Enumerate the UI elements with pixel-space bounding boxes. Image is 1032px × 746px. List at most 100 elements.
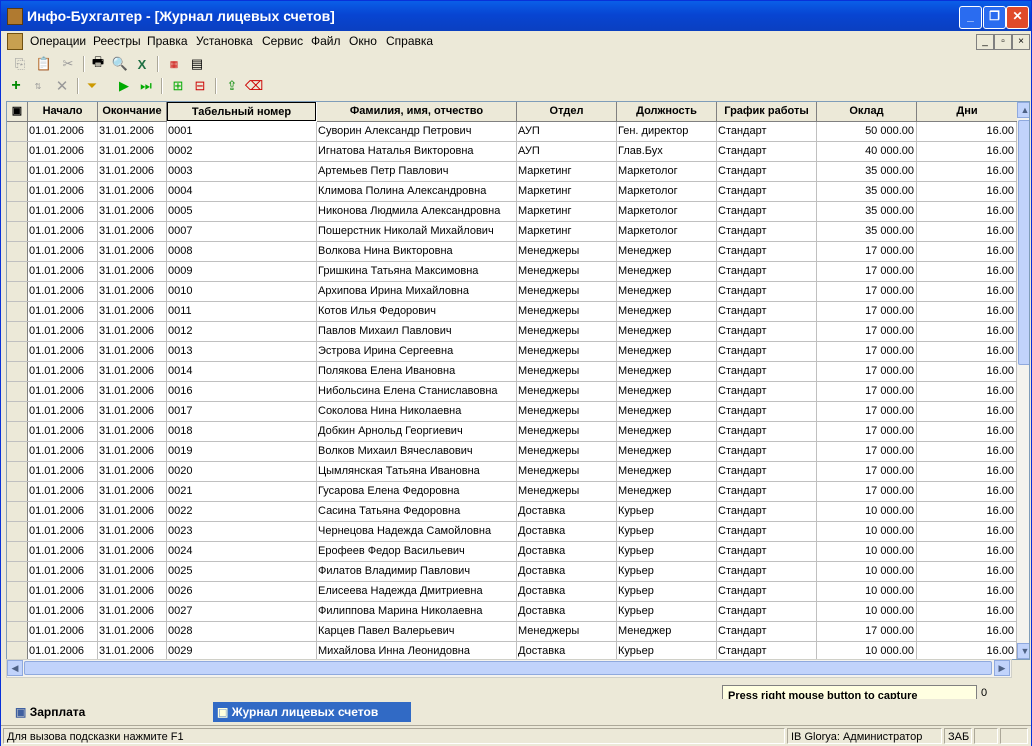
table-row[interactable]: 01.01.2006 31.01.2006 0014 Полякова Елена И…: [7, 362, 1017, 382]
cell-full-name[interactable]: Филатов Владимир Павлович: [317, 562, 517, 581]
cell-days[interactable]: 16.00: [917, 542, 1017, 561]
row-indicator[interactable]: [7, 482, 28, 501]
cell-schedule[interactable]: Стандарт: [717, 522, 817, 541]
filter-icon[interactable]: ⏷: [83, 77, 101, 95]
table-row[interactable]: 01.01.2006 31.01.2006 0005 Никонова Людмила…: [7, 202, 1017, 222]
cell-schedule[interactable]: Стандарт: [717, 302, 817, 321]
cell-tab-number[interactable]: 0014: [167, 362, 317, 381]
cell-department[interactable]: Доставка: [517, 642, 617, 659]
cell-salary[interactable]: 35 000.00: [817, 222, 917, 241]
cell-tab-number[interactable]: 0008: [167, 242, 317, 261]
cell-schedule[interactable]: Стандарт: [717, 482, 817, 501]
cell-position[interactable]: Маркетолог: [617, 202, 717, 221]
clear-icon[interactable]: ⌫: [245, 77, 263, 95]
row-indicator[interactable]: [7, 382, 28, 401]
table-row[interactable]: 01.01.2006 31.01.2006 0013 Эстрова Ирина Се…: [7, 342, 1017, 362]
maximize-button[interactable]: ❐: [983, 6, 1006, 29]
cell-position[interactable]: Курьер: [617, 582, 717, 601]
menu-window[interactable]: Окно: [349, 34, 377, 48]
cell-salary[interactable]: 35 000.00: [817, 182, 917, 201]
cell-full-name[interactable]: Архипова Ирина Михайловна: [317, 282, 517, 301]
cell-salary[interactable]: 17 000.00: [817, 262, 917, 281]
cell-tab-number[interactable]: 0027: [167, 602, 317, 621]
cell-department[interactable]: Менеджеры: [517, 422, 617, 441]
task-accounts-journal[interactable]: ▣ Журнал лицевых счетов: [213, 702, 411, 722]
cell-end[interactable]: 31.01.2006: [98, 622, 167, 641]
cell-position[interactable]: Глав.Бух: [617, 142, 717, 161]
cell-start[interactable]: 01.01.2006: [28, 182, 98, 201]
cell-days[interactable]: 16.00: [917, 642, 1017, 659]
cell-position[interactable]: Менеджер: [617, 322, 717, 341]
row-indicator[interactable]: [7, 522, 28, 541]
cell-schedule[interactable]: Стандарт: [717, 342, 817, 361]
cell-tab-number[interactable]: 0007: [167, 222, 317, 241]
cell-salary[interactable]: 17 000.00: [817, 442, 917, 461]
row-indicator[interactable]: [7, 502, 28, 521]
cell-tab-number[interactable]: 0019: [167, 442, 317, 461]
row-indicator[interactable]: [7, 542, 28, 561]
table-row[interactable]: 01.01.2006 31.01.2006 0012 Павлов Михаил Па…: [7, 322, 1017, 342]
vertical-scrollbar[interactable]: ▲ ▼: [1017, 102, 1029, 659]
cell-schedule[interactable]: Стандарт: [717, 422, 817, 441]
mdi-restore-button[interactable]: ▫: [994, 34, 1012, 50]
cell-end[interactable]: 31.01.2006: [98, 462, 167, 481]
cell-position[interactable]: Менеджер: [617, 382, 717, 401]
cell-schedule[interactable]: Стандарт: [717, 542, 817, 561]
row-indicator[interactable]: [7, 402, 28, 421]
mdi-close-button[interactable]: ×: [1012, 34, 1030, 50]
remove-record-icon[interactable]: ⊟: [191, 77, 209, 95]
menu-edit[interactable]: Правка: [147, 34, 188, 48]
table-row[interactable]: 01.01.2006 31.01.2006 0011 Котов Илья Федор…: [7, 302, 1017, 322]
col-header-start[interactable]: Начало: [28, 102, 98, 122]
cell-start[interactable]: 01.01.2006: [28, 502, 98, 521]
cell-schedule[interactable]: Стандарт: [717, 642, 817, 659]
row-indicator[interactable]: [7, 282, 28, 301]
cell-department[interactable]: Маркетинг: [517, 202, 617, 221]
cell-department[interactable]: АУП: [517, 122, 617, 141]
cell-days[interactable]: 16.00: [917, 442, 1017, 461]
cell-tab-number[interactable]: 0023: [167, 522, 317, 541]
cell-start[interactable]: 01.01.2006: [28, 462, 98, 481]
cell-department[interactable]: Маркетинг: [517, 222, 617, 241]
cell-end[interactable]: 31.01.2006: [98, 502, 167, 521]
cell-days[interactable]: 16.00: [917, 242, 1017, 261]
cell-days[interactable]: 16.00: [917, 122, 1017, 141]
cell-salary[interactable]: 17 000.00: [817, 242, 917, 261]
cell-salary[interactable]: 10 000.00: [817, 542, 917, 561]
cell-salary[interactable]: 17 000.00: [817, 402, 917, 421]
cell-position[interactable]: Курьер: [617, 522, 717, 541]
cell-days[interactable]: 16.00: [917, 342, 1017, 361]
paste-icon[interactable]: 📋: [35, 55, 53, 73]
cell-full-name[interactable]: Никонова Людмила Александровна: [317, 202, 517, 221]
cell-department[interactable]: Менеджеры: [517, 322, 617, 341]
cell-salary[interactable]: 17 000.00: [817, 462, 917, 481]
cell-department[interactable]: Менеджеры: [517, 402, 617, 421]
cell-days[interactable]: 16.00: [917, 622, 1017, 641]
cell-start[interactable]: 01.01.2006: [28, 602, 98, 621]
cell-days[interactable]: 16.00: [917, 402, 1017, 421]
cell-start[interactable]: 01.01.2006: [28, 162, 98, 181]
cell-position[interactable]: Курьер: [617, 562, 717, 581]
row-indicator[interactable]: [7, 162, 28, 181]
task-salary[interactable]: ▣ Зарплата: [15, 702, 205, 722]
cell-salary[interactable]: 17 000.00: [817, 422, 917, 441]
row-indicator[interactable]: [7, 562, 28, 581]
cell-salary[interactable]: 17 000.00: [817, 282, 917, 301]
cell-days[interactable]: 16.00: [917, 222, 1017, 241]
cell-salary[interactable]: 10 000.00: [817, 602, 917, 621]
cell-department[interactable]: Менеджеры: [517, 482, 617, 501]
cell-position[interactable]: Курьер: [617, 502, 717, 521]
table-row[interactable]: 01.01.2006 31.01.2006 0029 Михайлова Инна Л…: [7, 642, 1017, 659]
cell-days[interactable]: 16.00: [917, 522, 1017, 541]
cell-position[interactable]: Менеджер: [617, 622, 717, 641]
cell-start[interactable]: 01.01.2006: [28, 562, 98, 581]
table-row[interactable]: 01.01.2006 31.01.2006 0025 Филатов Владимир…: [7, 562, 1017, 582]
cell-start[interactable]: 01.01.2006: [28, 382, 98, 401]
cell-schedule[interactable]: Стандарт: [717, 622, 817, 641]
cell-end[interactable]: 31.01.2006: [98, 222, 167, 241]
cell-schedule[interactable]: Стандарт: [717, 122, 817, 141]
cell-days[interactable]: 16.00: [917, 202, 1017, 221]
cell-full-name[interactable]: Котов Илья Федорович: [317, 302, 517, 321]
cell-department[interactable]: Доставка: [517, 562, 617, 581]
cell-tab-number[interactable]: 0012: [167, 322, 317, 341]
